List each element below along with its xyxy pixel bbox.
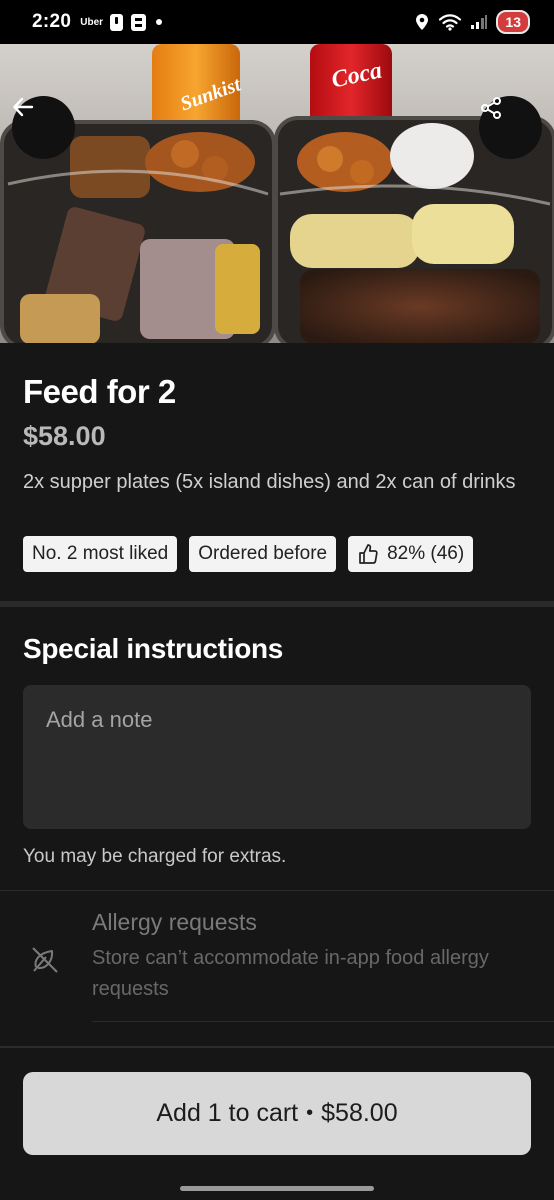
wifi-icon: [439, 14, 462, 31]
allergy-icon: [32, 947, 58, 973]
rating-value: 82% (46): [387, 543, 465, 564]
thumbs-up-icon: [359, 544, 378, 564]
status-time: 2:20: [32, 11, 72, 32]
signal-icon: [471, 15, 488, 29]
item-hero-image: Sunkist Coca: [0, 44, 554, 343]
divider: [0, 890, 554, 891]
add-to-cart-label: Add 1 to cart: [156, 1099, 299, 1127]
special-instructions-input[interactable]: [23, 685, 531, 829]
item-description: 2x supper plates (5x island dishes) and …: [23, 471, 516, 493]
item-badges: No. 2 most liked Ordered before 82% (46): [23, 536, 474, 572]
most-liked-badge: No. 2 most liked: [23, 536, 178, 572]
ordered-before-badge: Ordered before: [189, 536, 337, 572]
section-divider: [0, 601, 554, 607]
back-button[interactable]: [12, 96, 75, 159]
status-app-label: Uber: [80, 16, 104, 28]
item-price: $58.00: [23, 421, 106, 451]
share-button[interactable]: [479, 96, 542, 159]
item-title: Feed for 2: [23, 373, 176, 410]
more-notifications-dot: [156, 19, 163, 25]
rating-badge: 82% (46): [348, 536, 474, 572]
share-icon: [481, 97, 501, 119]
location-icon: [416, 14, 429, 30]
allergy-requests-row: Allergy requests Store can’t accommodate…: [0, 905, 554, 1025]
notification-icon-2: [131, 13, 147, 31]
home-indicator[interactable]: [180, 1186, 374, 1191]
battery-indicator: 13: [496, 10, 530, 34]
notification-icon: [110, 13, 124, 31]
add-to-cart-price: $58.00: [321, 1099, 398, 1127]
allergy-requests-subtitle: Store can’t accommodate in-app food alle…: [92, 947, 489, 1000]
special-instructions-heading: Special instructions: [23, 633, 284, 664]
divider: [92, 1021, 554, 1022]
add-to-cart-button[interactable]: Add 1 to cart • $58.00: [23, 1072, 531, 1155]
allergy-requests-title: Allergy requests: [92, 909, 257, 935]
price-separator: •: [306, 1102, 314, 1124]
status-bar: 2:20 Uber 13: [0, 0, 554, 44]
divider: [0, 1046, 554, 1048]
arrow-left-icon: [13, 97, 34, 117]
extras-charge-notice: You may be charged for extras.: [23, 846, 287, 867]
